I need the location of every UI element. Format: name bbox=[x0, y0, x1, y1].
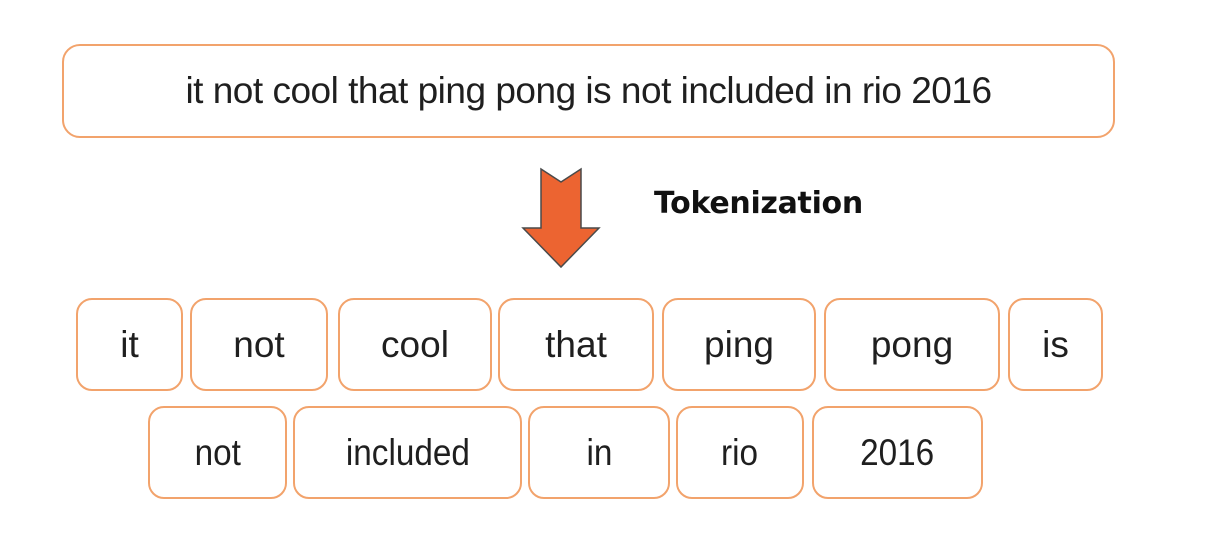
token-box: not bbox=[148, 406, 287, 499]
token-text: not bbox=[194, 431, 241, 473]
token-text: that bbox=[545, 323, 607, 365]
token-box: pong bbox=[824, 298, 1000, 391]
token-text: is bbox=[1042, 323, 1069, 365]
down-arrow-shape bbox=[521, 167, 601, 269]
token-text: in bbox=[586, 431, 612, 473]
token-text: rio bbox=[721, 431, 759, 473]
token-box: rio bbox=[676, 406, 804, 499]
token-box: it bbox=[76, 298, 183, 391]
token-box: in bbox=[528, 406, 670, 499]
token-text: it bbox=[120, 323, 139, 365]
token-box: not bbox=[190, 298, 328, 391]
input-sentence-box: it not cool that ping pong is not includ… bbox=[62, 44, 1115, 138]
step-label: Tokenization bbox=[654, 186, 863, 221]
token-text: pong bbox=[870, 323, 954, 365]
token-box: cool bbox=[338, 298, 492, 391]
token-box: is bbox=[1008, 298, 1103, 391]
token-box: 2016 bbox=[812, 406, 983, 499]
token-box: included bbox=[293, 406, 522, 499]
token-text: not bbox=[233, 323, 285, 365]
down-arrow-icon bbox=[521, 167, 601, 269]
token-text: included bbox=[345, 431, 470, 473]
token-box: ping bbox=[662, 298, 816, 391]
token-text: ping bbox=[704, 323, 774, 365]
token-box: that bbox=[498, 298, 654, 391]
token-text: 2016 bbox=[860, 431, 935, 473]
token-text: cool bbox=[381, 323, 449, 365]
input-sentence-text: it not cool that ping pong is not includ… bbox=[185, 70, 992, 111]
